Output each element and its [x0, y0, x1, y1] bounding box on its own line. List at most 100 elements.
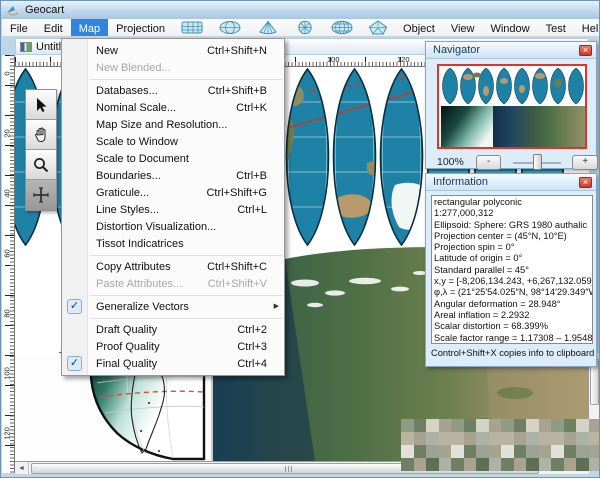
mosaic-cell — [513, 419, 526, 432]
mosaic-cell — [413, 445, 426, 458]
conic-projection-icon[interactable] — [249, 19, 287, 36]
mosaic-cell — [463, 419, 476, 432]
mosaic-cell — [526, 458, 539, 471]
mosaic-cell — [526, 432, 539, 445]
menu-item-proof-quality[interactable]: Proof Quality Ctrl+3 — [62, 338, 284, 355]
menu-object[interactable]: Object — [395, 19, 443, 36]
mosaic-cell — [476, 458, 489, 471]
navigator-thumbnail[interactable] — [437, 64, 587, 149]
mosaic-cell — [451, 432, 464, 445]
navigator-titlebar[interactable]: Navigator × — [426, 42, 596, 59]
menu-item-line-styles[interactable]: Line Styles... Ctrl+L — [62, 201, 284, 218]
menu-item-new-blended[interactable]: New Blended... — [62, 59, 284, 76]
ruler-label: 120 — [397, 55, 410, 64]
zoom-slider[interactable] — [513, 154, 562, 170]
ruler-label: 100 — [2, 367, 12, 380]
menu-file[interactable]: File — [2, 19, 36, 36]
menu-item-copy-attributes[interactable]: Copy Attributes Ctrl+Shift+C — [62, 258, 284, 275]
zoom-tool-button[interactable] — [26, 150, 56, 180]
mosaic-cell — [488, 458, 501, 471]
mosaic-cell — [426, 432, 439, 445]
menu-projection[interactable]: Projection — [108, 19, 173, 36]
mosaic-cell — [401, 458, 414, 471]
hand-icon — [35, 126, 46, 142]
mosaic-cell — [401, 445, 414, 458]
information-title: Information — [433, 176, 489, 188]
info-line: Angular deformation = 28.948° — [434, 298, 561, 309]
ruler-label: 120 — [2, 427, 12, 440]
mosaic-cell — [501, 445, 514, 458]
info-line: x,y = [-8,206,134.243, +6,267,132.059] m — [434, 276, 593, 287]
menu-item-distortion-visualization[interactable]: Distortion Visualization... — [62, 218, 284, 235]
information-titlebar[interactable]: Information × — [426, 174, 596, 191]
menu-test[interactable]: Test — [538, 19, 574, 36]
window-titlebar[interactable]: Geocart — [1, 1, 599, 19]
magnifier-icon — [34, 157, 49, 172]
rectangular-grid-projection-icon[interactable] — [173, 19, 211, 36]
scrollbar-grip — [285, 465, 293, 472]
arrow-tool-button[interactable] — [26, 90, 56, 120]
zoom-in-button[interactable]: + — [572, 154, 598, 170]
menu-window[interactable]: Window — [482, 19, 537, 36]
vertical-ruler: 0 20 40 60 80 100 120 — [2, 55, 15, 473]
ruler-label: 100 — [327, 55, 340, 64]
azimuthal-projection-icon[interactable] — [287, 19, 323, 36]
mosaic-cell — [451, 445, 464, 458]
geocart-app-icon — [7, 6, 18, 16]
menu-item-boundaries[interactable]: Boundaries... Ctrl+B — [62, 167, 284, 184]
info-line: rectangular polyconic — [434, 197, 522, 207]
info-line: 1:277,000,312 — [434, 208, 494, 219]
globe-graticule-projection-icon[interactable] — [323, 19, 361, 36]
check-icon: ✓ — [67, 356, 82, 371]
censored-region — [401, 419, 599, 471]
mosaic-cell — [438, 445, 451, 458]
info-line: Scale factor range = 1.17308 – 1.954894 — [434, 332, 593, 343]
menu-item-map-size-resolution[interactable]: Map Size and Resolution... — [62, 116, 284, 133]
zoom-out-button[interactable]: - — [475, 154, 502, 170]
mosaic-cell — [501, 419, 514, 432]
menu-help[interactable]: Help — [574, 19, 599, 36]
menu-item-nominal-scale[interactable]: Nominal Scale... Ctrl+K — [62, 99, 284, 116]
mosaic-cell — [551, 432, 564, 445]
menu-item-tissot-indicatrices[interactable]: Tissot Indicatrices — [62, 235, 284, 252]
mosaic-cell — [576, 445, 589, 458]
menu-item-paste-attributes[interactable]: Paste Attributes... Ctrl+Shift+V — [62, 275, 284, 292]
menu-item-new[interactable]: New Ctrl+Shift+N — [62, 42, 284, 59]
oval-projection-icon[interactable] — [211, 19, 249, 36]
menu-separator — [90, 295, 283, 296]
tool-palette — [25, 89, 57, 211]
menu-item-scale-to-window[interactable]: Scale to Window — [62, 133, 284, 150]
menu-edit[interactable]: Edit — [36, 19, 71, 36]
mosaic-cell — [463, 458, 476, 471]
menu-view[interactable]: View — [443, 19, 483, 36]
submenu-arrow-icon: ▶ — [273, 303, 279, 310]
crosshair-tool-button[interactable] — [26, 180, 56, 210]
close-icon[interactable]: × — [579, 176, 592, 188]
mosaic-cell — [538, 458, 551, 471]
information-footer: Control+Shift+X copies info to clipboard — [431, 348, 595, 358]
navigator-title: Navigator — [433, 44, 481, 56]
mosaic-cell — [401, 432, 414, 445]
menu-item-graticule[interactable]: Graticule... Ctrl+Shift+G — [62, 184, 284, 201]
mosaic-cell — [563, 432, 576, 445]
menu-item-databases[interactable]: Databases... Ctrl+Shift+B — [62, 82, 284, 99]
mosaic-cell — [438, 458, 451, 471]
mosaic-cell — [438, 432, 451, 445]
mosaic-cell — [488, 419, 501, 432]
mosaic-cell — [476, 432, 489, 445]
menu-item-scale-to-document[interactable]: Scale to Document — [62, 150, 284, 167]
menu-item-generalize-vectors[interactable]: ✓ Generalize Vectors ▶ — [62, 298, 284, 315]
menu-item-draft-quality[interactable]: Draft Quality Ctrl+2 — [62, 321, 284, 338]
zoom-slider-thumb[interactable] — [533, 154, 543, 170]
menu-item-final-quality[interactable]: ✓ Final Quality Ctrl+4 — [62, 355, 284, 372]
close-icon[interactable]: × — [579, 44, 592, 56]
scroll-left-icon[interactable]: ◄ — [15, 462, 29, 474]
mosaic-cell — [413, 419, 426, 432]
polyhedral-projection-icon[interactable] — [361, 19, 395, 36]
mosaic-cell — [488, 432, 501, 445]
hand-tool-button[interactable] — [26, 120, 56, 150]
menu-map[interactable]: Map — [70, 19, 109, 36]
info-line: Ellipsoid: Sphere: GRS 1980 authalic — [434, 219, 587, 230]
ruler-label: 80 — [2, 309, 12, 318]
mosaic-cell — [513, 458, 526, 471]
